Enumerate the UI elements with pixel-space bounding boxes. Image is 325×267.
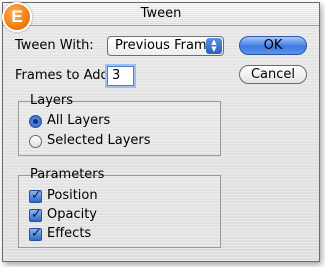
opacity-checkbox[interactable]: ✓ — [29, 207, 42, 222]
effects-label: Effects — [47, 226, 92, 241]
checkmark-icon: ✓ — [31, 226, 42, 241]
effects-checkbox[interactable]: ✓ — [29, 226, 42, 241]
up-down-arrows-icon: ▲ ▼ — [206, 38, 222, 54]
parameters-group-title: Parameters — [30, 167, 105, 182]
selected-layers-label: Selected Layers — [47, 133, 151, 148]
opacity-label: Opacity — [47, 207, 98, 222]
title-bar[interactable]: Tween — [3, 3, 319, 26]
tween-with-select[interactable]: Previous Frame ▲ ▼ — [107, 36, 224, 56]
step-badge: E — [2, 2, 32, 32]
position-label: Position — [47, 188, 98, 203]
all-layers-label: All Layers — [47, 113, 111, 128]
ok-button[interactable]: OK — [239, 36, 307, 55]
checkmark-icon: ✓ — [31, 188, 42, 203]
tween-with-value: Previous Frame — [115, 38, 215, 53]
position-checkbox[interactable]: ✓ — [29, 188, 42, 203]
tween-with-label: Tween With: — [15, 38, 94, 53]
selected-layers-radio[interactable] — [29, 135, 42, 148]
frames-to-add-input[interactable]: 3 — [107, 66, 134, 86]
frames-to-add-label: Frames to Add: — [15, 68, 114, 83]
all-layers-radio[interactable] — [29, 115, 42, 128]
cancel-button[interactable]: Cancel — [239, 65, 307, 84]
tween-dialog: Tween Tween With: Previous Frame ▲ ▼ OK C… — [2, 2, 320, 262]
dialog-title: Tween — [140, 6, 182, 21]
checkmark-icon: ✓ — [31, 207, 42, 222]
layers-group-title: Layers — [30, 93, 74, 108]
